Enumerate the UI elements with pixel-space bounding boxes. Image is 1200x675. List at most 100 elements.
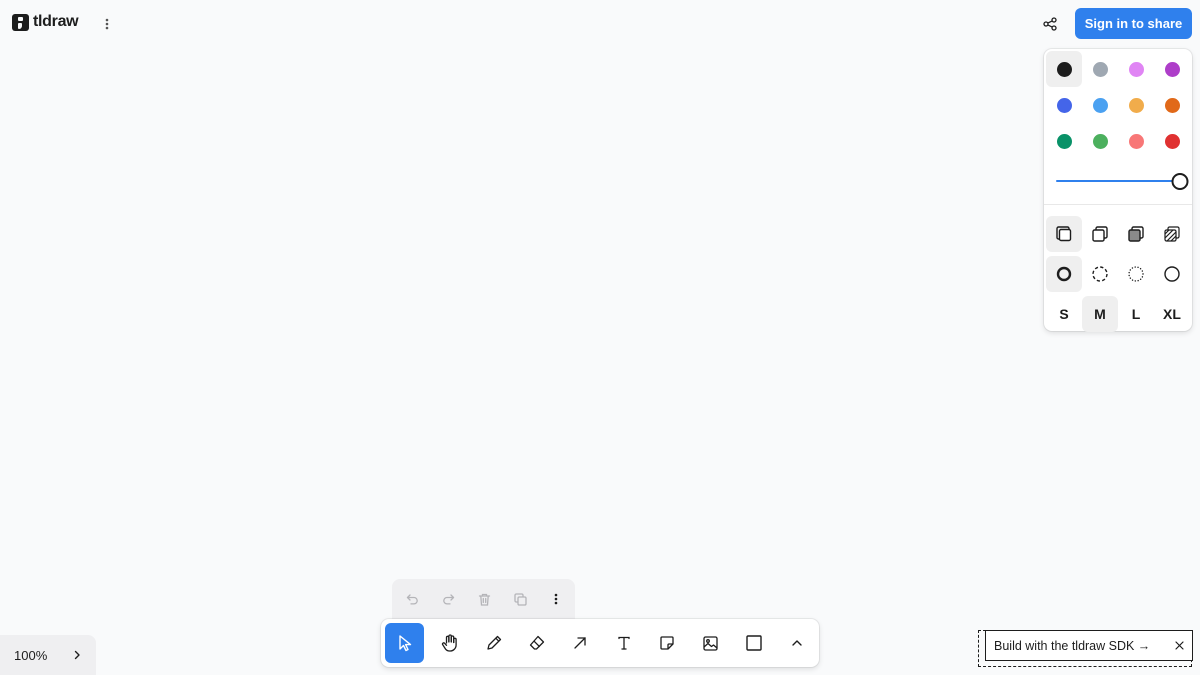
zoom-control: 100%	[0, 635, 96, 675]
main-menu-button[interactable]	[96, 13, 118, 35]
build-with-sdk-link[interactable]: Build with the tldraw SDK →	[994, 639, 1150, 653]
rectangle-tool-button[interactable]	[732, 623, 775, 663]
color-blue-button[interactable]	[1046, 87, 1082, 123]
size-label: L	[1131, 306, 1141, 322]
opacity-thumb[interactable]	[1171, 173, 1189, 190]
size-l-button[interactable]: L	[1118, 296, 1154, 332]
fill-solid-button[interactable]	[1118, 216, 1154, 252]
delete-button[interactable]	[466, 581, 502, 617]
style-panel: S M L XL	[1044, 49, 1192, 334]
main-toolbar	[381, 619, 819, 667]
eraser-tool-button[interactable]	[515, 623, 558, 663]
undo-icon	[406, 593, 418, 605]
fill-semi-button[interactable]	[1082, 216, 1118, 252]
color-swatch	[1164, 61, 1180, 77]
opacity-slider[interactable]	[1056, 171, 1189, 191]
undo-button[interactable]	[394, 581, 430, 617]
panel-divider	[1044, 204, 1192, 205]
color-violet-button[interactable]	[1154, 51, 1190, 87]
color-light-blue-button[interactable]	[1082, 87, 1118, 123]
color-swatch	[1164, 97, 1180, 113]
dash-dotted-button[interactable]	[1118, 256, 1154, 292]
sdk-banner-close-button[interactable]	[1172, 638, 1186, 652]
color-swatch	[1128, 61, 1144, 77]
color-black-button[interactable]	[1046, 51, 1082, 87]
more-vertical-icon	[105, 18, 109, 30]
toggle-navigation-button[interactable]	[62, 640, 92, 670]
arrow-tool-button[interactable]	[559, 623, 602, 663]
color-green-button[interactable]	[1046, 123, 1082, 159]
fill-pattern-icon	[1164, 226, 1180, 242]
dash-dashed-icon	[1092, 266, 1108, 282]
duplicate-button[interactable]	[502, 581, 538, 617]
color-light-green-button[interactable]	[1082, 123, 1118, 159]
color-swatch	[1092, 61, 1108, 77]
fill-none-button[interactable]	[1046, 216, 1082, 252]
fill-solid-icon	[1128, 226, 1144, 242]
more-vertical-icon	[554, 593, 558, 605]
color-swatch	[1056, 97, 1072, 113]
fill-semi-icon	[1092, 226, 1108, 242]
quick-actions-bar	[392, 579, 575, 619]
text-icon	[618, 636, 630, 650]
hand-icon	[442, 634, 457, 652]
text-tool-button[interactable]	[602, 623, 645, 663]
sdk-banner-outline: Build with the tldraw SDK →	[978, 630, 1193, 667]
tldraw-logo-mark	[12, 13, 29, 31]
select-tool-button[interactable]	[385, 623, 425, 663]
color-swatch	[1056, 61, 1072, 77]
dash-dotted-icon	[1128, 266, 1144, 282]
image-tool-button[interactable]	[689, 623, 732, 663]
share-icon	[1043, 17, 1057, 31]
color-grey-button[interactable]	[1082, 51, 1118, 87]
draw-tool-button[interactable]	[472, 623, 515, 663]
color-swatch	[1164, 133, 1180, 149]
close-icon	[1174, 640, 1184, 650]
more-tools-button[interactable]	[776, 623, 819, 663]
color-swatch	[1092, 97, 1108, 113]
dash-draw-icon	[1056, 266, 1072, 282]
zoom-level[interactable]: 100%	[0, 648, 62, 663]
redo-button[interactable]	[430, 581, 466, 617]
share-button[interactable]	[1036, 10, 1064, 38]
more-actions-button[interactable]	[538, 581, 574, 617]
opacity-track	[1056, 180, 1180, 182]
fill-none-icon	[1056, 226, 1072, 242]
select-icon	[399, 635, 411, 652]
dash-solid-icon	[1164, 266, 1180, 282]
logo-text: tldraw	[33, 13, 79, 30]
color-yellow-button[interactable]	[1118, 87, 1154, 123]
fill-pattern-button[interactable]	[1154, 216, 1190, 252]
style-options: S M L XL	[1046, 214, 1190, 334]
size-m-button[interactable]: M	[1082, 296, 1118, 332]
chevron-right-icon	[74, 650, 80, 660]
eraser-icon	[529, 635, 545, 650]
dash-solid-button[interactable]	[1154, 256, 1190, 292]
trash-icon	[478, 593, 490, 606]
color-red-button[interactable]	[1154, 123, 1190, 159]
redo-icon	[442, 593, 454, 605]
color-swatch	[1128, 133, 1144, 149]
size-label: XL	[1163, 306, 1181, 322]
tldraw-logo: tldraw	[12, 13, 79, 31]
sign-in-to-share-button[interactable]: Sign in to share	[1075, 8, 1192, 39]
size-label: M	[1094, 306, 1106, 322]
size-xl-button[interactable]: XL	[1154, 296, 1190, 332]
color-swatch	[1128, 97, 1144, 113]
color-light-red-button[interactable]	[1118, 123, 1154, 159]
size-s-button[interactable]: S	[1046, 296, 1082, 332]
color-orange-button[interactable]	[1154, 87, 1190, 123]
dash-draw-button[interactable]	[1046, 256, 1082, 292]
draw-icon	[486, 635, 501, 650]
dash-dashed-button[interactable]	[1082, 256, 1118, 292]
color-light-violet-button[interactable]	[1118, 51, 1154, 87]
chevron-up-icon	[792, 640, 802, 646]
arrow-icon	[574, 637, 586, 649]
color-swatch	[1056, 133, 1072, 149]
note-icon	[660, 636, 674, 650]
rectangle-icon	[746, 635, 762, 651]
size-label: S	[1059, 306, 1069, 322]
hand-tool-button[interactable]	[428, 623, 471, 663]
note-tool-button[interactable]	[645, 623, 688, 663]
duplicate-icon	[513, 592, 527, 606]
